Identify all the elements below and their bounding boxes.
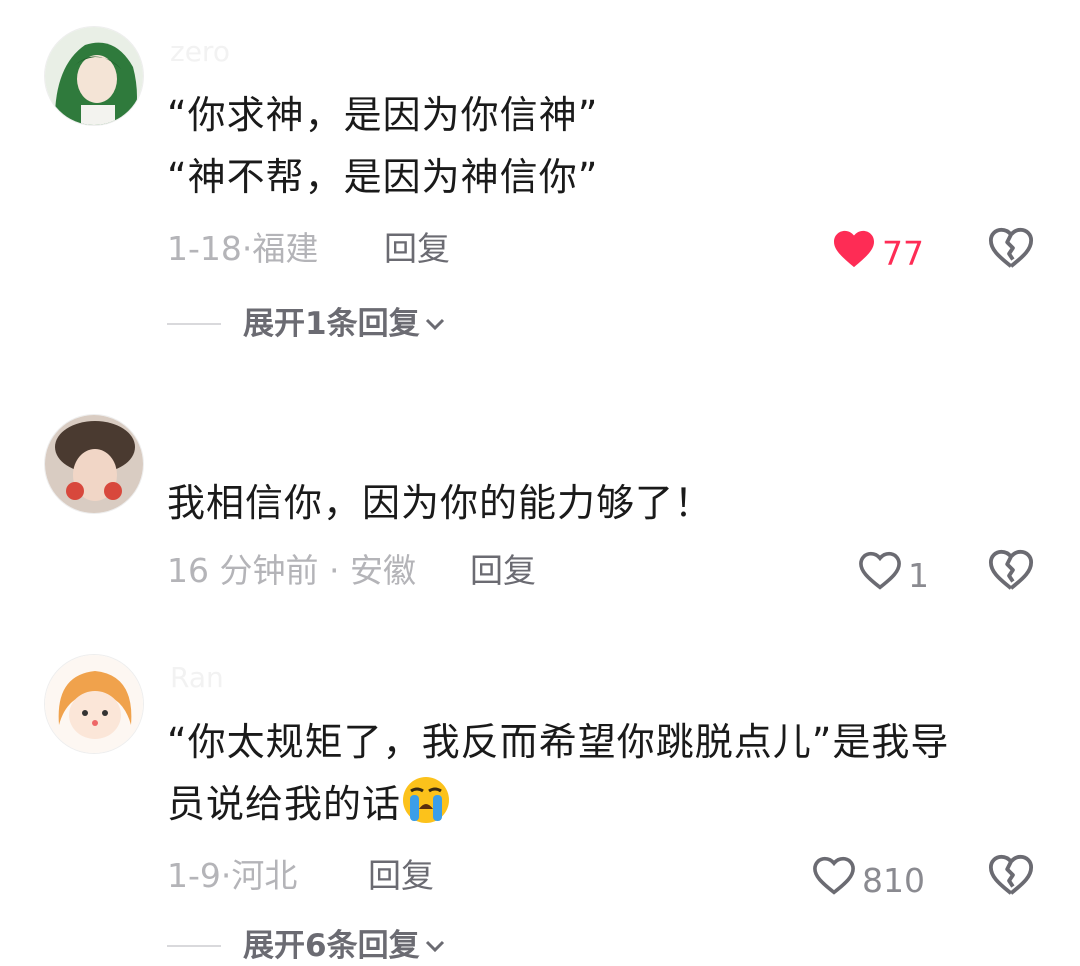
avatar[interactable]: [44, 26, 144, 126]
comment-date: 16 分钟前: [167, 551, 319, 590]
comment-date: 1-18: [167, 229, 242, 268]
heart-filled-icon: [832, 229, 876, 278]
avatar[interactable]: [44, 654, 144, 754]
like-button[interactable]: 810: [812, 856, 925, 905]
chevron-down-icon: [425, 940, 444, 953]
comment-meta: 16 分钟前 · 安徽: [167, 551, 416, 591]
expand-replies-label: 展开6条回复: [243, 928, 420, 964]
divider-line: [167, 945, 221, 947]
reply-button[interactable]: 回复: [470, 551, 536, 591]
meta-separator: ·: [220, 856, 232, 895]
like-count: 1: [908, 555, 929, 595]
comment-text-line: 我相信你，因为你的能力够了！: [167, 481, 714, 525]
username[interactable]: Ran: [170, 662, 224, 694]
dislike-button[interactable]: [988, 853, 1034, 897]
comment-text-line: 员说给我的话: [167, 782, 402, 826]
like-button[interactable]: 77: [832, 229, 924, 278]
comment-text-line: “神不帮，是因为神信你”: [167, 155, 599, 199]
comment-text-line: “你求神，是因为你信神”: [167, 93, 599, 137]
dislike-button[interactable]: [988, 226, 1034, 270]
reply-button[interactable]: 回复: [384, 229, 450, 269]
comment-meta: 1-18·福建: [167, 229, 318, 269]
divider-line: [167, 323, 221, 325]
avatar[interactable]: [44, 414, 144, 514]
comment-location: 福建: [252, 229, 319, 268]
expand-replies[interactable]: 展开6条回复: [167, 926, 446, 966]
comment-text-line: “你太规矩了，我反而希望你跳脱点儿”是我导: [167, 720, 950, 764]
comment-text-line-with-emoji: 员说给我的话: [167, 773, 1027, 835]
chevron-down-icon: [425, 318, 444, 331]
broken-heart-icon: [988, 549, 1034, 590]
expand-replies-label: 展开1条回复: [243, 306, 420, 342]
comment-meta: 1-9·河北: [167, 856, 297, 896]
comment-text: 我相信你，因为你的能力够了！: [167, 472, 1027, 534]
heart-outline-icon: [812, 856, 856, 905]
like-button[interactable]: 1: [858, 551, 929, 600]
meta-separator: ·: [241, 229, 253, 268]
comment-text: “你求神，是因为你信神” “神不帮，是因为神信你”: [167, 84, 1027, 208]
broken-heart-icon: [988, 227, 1034, 268]
meta-separator: ·: [328, 551, 340, 590]
comment-location: 河北: [231, 856, 298, 895]
expand-replies[interactable]: 展开1条回复: [167, 304, 446, 344]
dislike-button[interactable]: [988, 548, 1034, 592]
like-count: 810: [862, 860, 925, 900]
comment-location: 安徽: [349, 551, 416, 590]
heart-outline-icon: [858, 551, 902, 600]
comment-text: “你太规矩了，我反而希望你跳脱点儿”是我导 员说给我的话: [167, 711, 1027, 835]
broken-heart-icon: [988, 854, 1034, 895]
username[interactable]: zero: [170, 36, 230, 68]
loudly-crying-face-icon: [403, 777, 450, 823]
like-count: 77: [882, 233, 924, 273]
comment-date: 1-9: [167, 856, 221, 895]
reply-button[interactable]: 回复: [368, 856, 434, 896]
